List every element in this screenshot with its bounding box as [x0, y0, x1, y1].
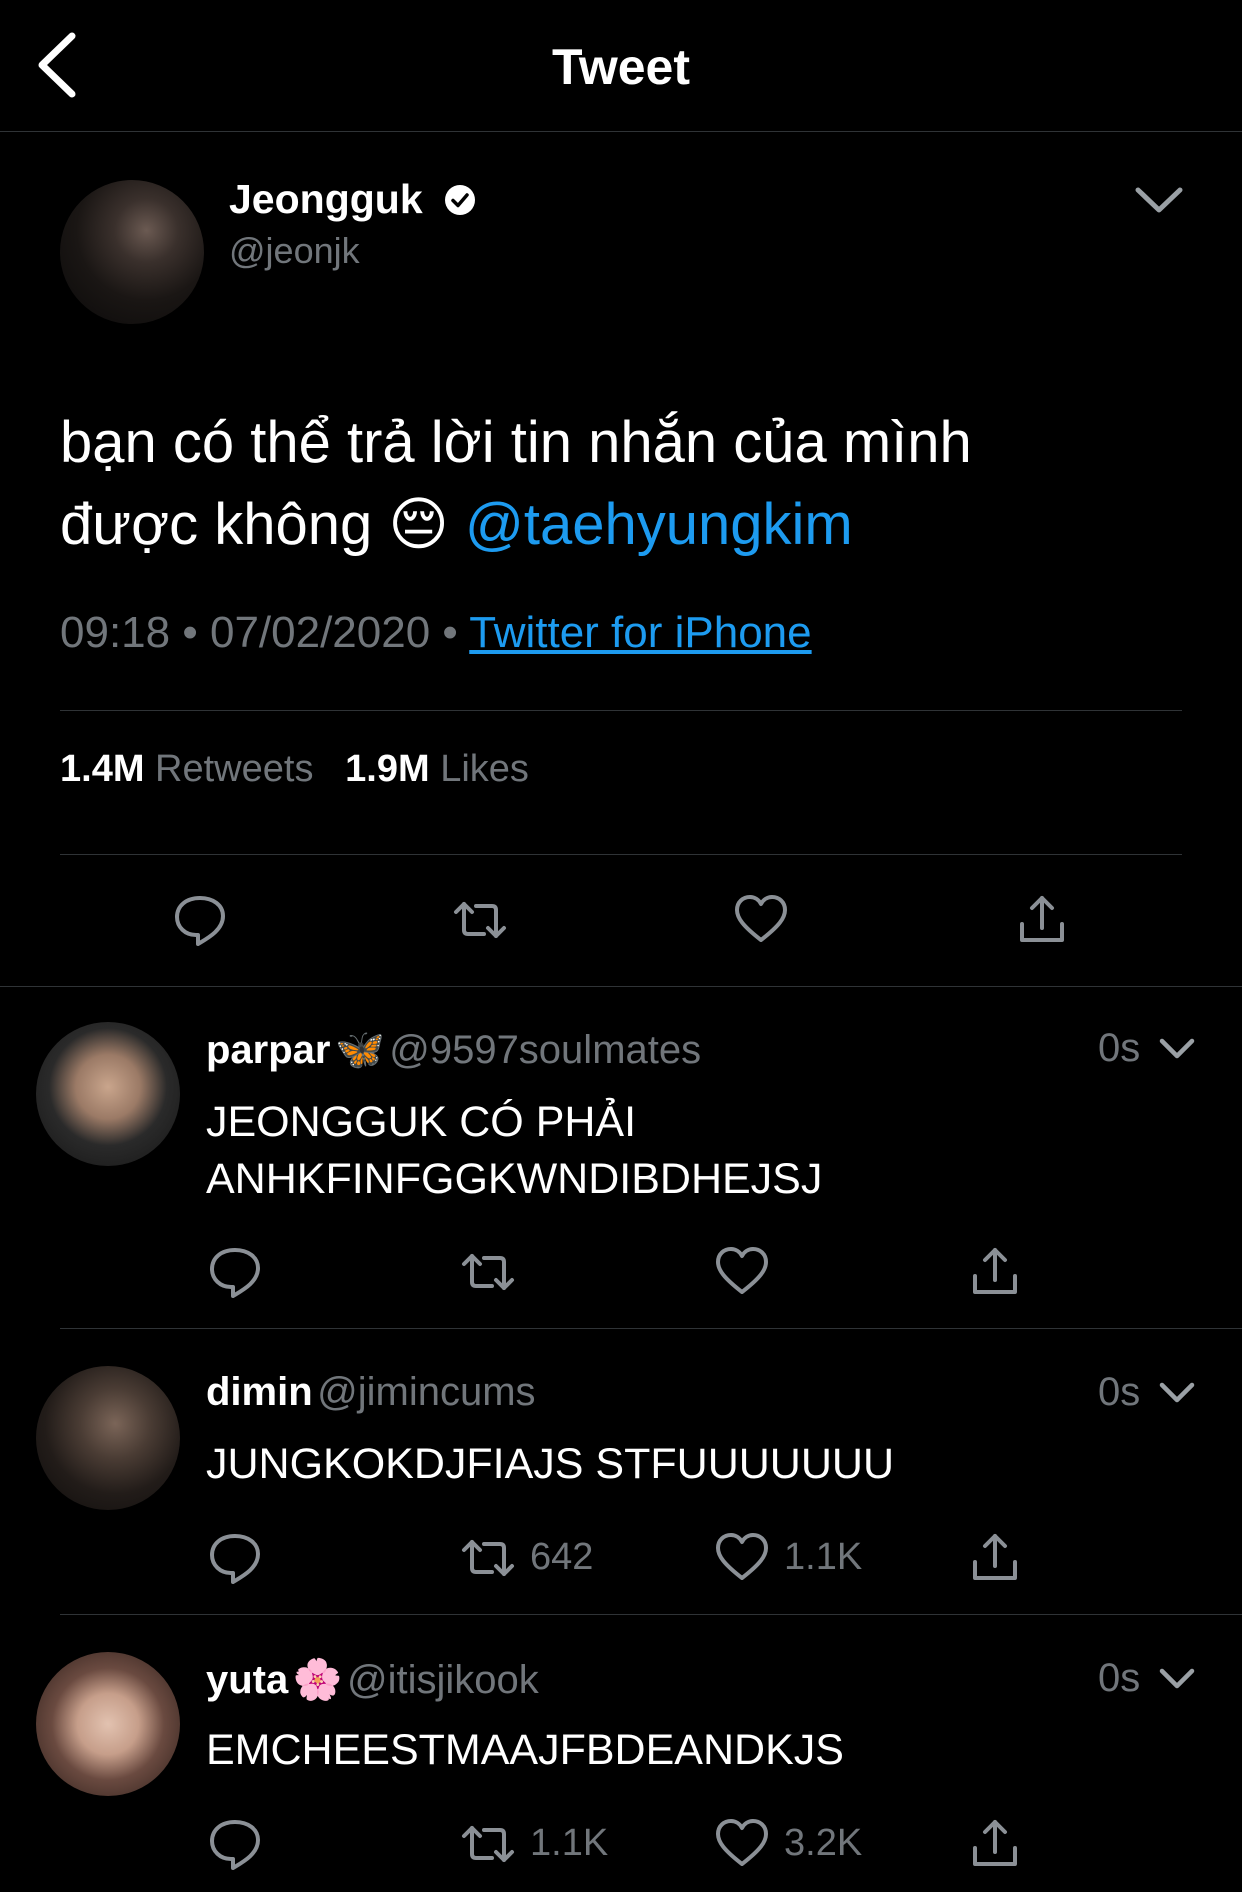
like-button[interactable] — [733, 892, 789, 948]
reply-name[interactable]: yuta — [206, 1658, 288, 1702]
reply-header: dimin @jimincums — [206, 1370, 536, 1415]
reply-button[interactable] — [207, 1244, 263, 1300]
share-icon — [967, 1530, 1023, 1586]
reply-handle[interactable]: @9597soulmates — [389, 1028, 701, 1072]
reply-text-line2: ANHKFINFGGKWNDIBDHEJSJ — [206, 1155, 823, 1203]
divider — [60, 1614, 1242, 1615]
reply-icon — [207, 1816, 263, 1872]
author-handle[interactable]: @jeonjk — [229, 230, 360, 272]
tweet-meta: 09:18 • 07/02/2020 • Twitter for iPhone — [60, 608, 812, 657]
retweet-icon — [460, 1530, 516, 1586]
chevron-down-icon — [1158, 1036, 1196, 1062]
tweet-text: bạn có thể trả lời tin nhắn của mình đượ… — [60, 402, 1180, 566]
reply-text: JEONGGUK CÓ PHẢI ANHKFINFGGKWNDIBDHEJSJ — [206, 1094, 822, 1208]
heart-icon — [714, 1244, 770, 1300]
like-button[interactable] — [714, 1244, 770, 1300]
retweet-button[interactable] — [460, 1244, 516, 1300]
chevron-down-icon — [1158, 1666, 1196, 1692]
retweet-count: 642 — [530, 1536, 594, 1578]
reply-icon — [207, 1530, 263, 1586]
author-name[interactable]: Jeongguk — [229, 176, 423, 223]
reply-time: 0s — [1098, 1370, 1141, 1414]
reply-time: 0s — [1098, 1026, 1141, 1070]
verified-badge-icon — [444, 184, 476, 216]
reply-avatar[interactable] — [36, 1022, 180, 1166]
page-title: Tweet — [552, 39, 690, 95]
heart-icon — [733, 892, 789, 948]
tweet-menu-button[interactable] — [1134, 184, 1184, 216]
heart-icon — [714, 1530, 770, 1586]
divider — [0, 986, 1242, 987]
reply-button[interactable] — [207, 1530, 263, 1586]
tweet-text-line1: bạn có thể trả lời tin nhắn của mình — [60, 410, 972, 475]
reply-name[interactable]: parpar — [206, 1028, 331, 1072]
author-avatar[interactable] — [60, 180, 204, 324]
reply-button[interactable] — [172, 892, 228, 948]
reply-handle[interactable]: @jimincums — [317, 1370, 535, 1414]
reply-avatar[interactable] — [36, 1652, 180, 1796]
share-button[interactable] — [967, 1244, 1023, 1300]
share-button[interactable] — [967, 1816, 1023, 1872]
like-count: 3.2K — [784, 1822, 863, 1864]
like-button[interactable] — [714, 1816, 770, 1872]
share-icon — [967, 1244, 1023, 1300]
chevron-down-icon — [1158, 1380, 1196, 1406]
reply-menu-button[interactable] — [1158, 1036, 1196, 1062]
reply-header: parpar 🦋 @9597soulmates — [206, 1026, 701, 1073]
reply-text: EMCHEESTMAAJFBDEANDKJS — [206, 1726, 844, 1774]
reply-button[interactable] — [207, 1816, 263, 1872]
retweet-count: 1.1K — [530, 1822, 609, 1864]
share-icon — [1014, 892, 1070, 948]
retweets-stat[interactable]: 1.4M Retweets — [60, 748, 313, 790]
retweet-icon — [452, 892, 508, 948]
retweet-icon — [460, 1244, 516, 1300]
tweet-time: 09:18 — [60, 608, 171, 657]
engagement-stats: 1.4M Retweets 1.9M Likes — [60, 748, 529, 791]
like-count: 1.1K — [784, 1536, 863, 1578]
chevron-down-icon — [1134, 184, 1184, 216]
share-icon — [967, 1816, 1023, 1872]
reply-name[interactable]: dimin — [206, 1370, 313, 1414]
reply-time: 0s — [1098, 1656, 1141, 1700]
likes-stat[interactable]: 1.9M Likes — [345, 748, 529, 790]
mention-link[interactable]: @taehyungkim — [465, 492, 853, 557]
reply-header: yuta 🌸 @itisjikook — [206, 1656, 539, 1703]
source-link[interactable]: Twitter for iPhone — [469, 608, 811, 657]
retweet-icon — [460, 1816, 516, 1872]
share-button[interactable] — [967, 1530, 1023, 1586]
retweet-button[interactable] — [460, 1816, 516, 1872]
butterfly-icon: 🦋 — [334, 1028, 385, 1072]
reply-text: JUNGKOKDJFIAJS STFUUUUUUU — [206, 1440, 895, 1488]
like-button[interactable] — [714, 1530, 770, 1586]
reply-menu-button[interactable] — [1158, 1666, 1196, 1692]
reply-text-line1: JEONGGUK CÓ PHẢI — [206, 1098, 637, 1146]
divider — [60, 710, 1182, 711]
retweet-button[interactable] — [452, 892, 508, 948]
tweet-text-line2: được không 😔 — [60, 492, 449, 557]
share-button[interactable] — [1014, 892, 1070, 948]
reply-icon — [172, 892, 228, 948]
heart-icon — [714, 1816, 770, 1872]
reply-handle[interactable]: @itisjikook — [347, 1658, 539, 1702]
divider — [60, 854, 1182, 855]
retweet-button[interactable] — [460, 1530, 516, 1586]
divider — [60, 1328, 1242, 1329]
reply-menu-button[interactable] — [1158, 1380, 1196, 1406]
tweet-date: 07/02/2020 — [209, 608, 431, 657]
reply-avatar[interactable] — [36, 1366, 180, 1510]
reply-icon — [207, 1244, 263, 1300]
cherry-blossom-icon: 🌸 — [292, 1658, 343, 1702]
